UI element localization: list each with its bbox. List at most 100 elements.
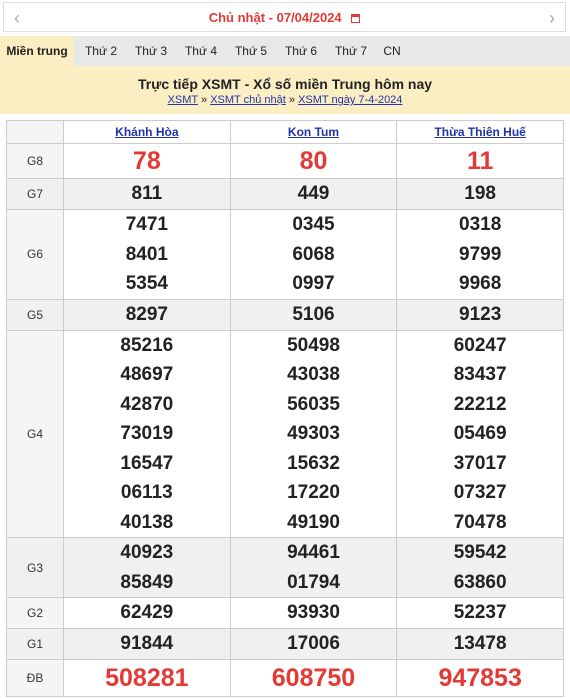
prize-number: 17006 (229, 628, 398, 660)
prize-row-g5: G5 8297 5106 9123 (6, 298, 564, 331)
prize-number: 42870 (120, 393, 174, 415)
prize-number: 9968 (459, 273, 502, 294)
breadcrumb-xsmt-date[interactable]: XSMT ngày 7-4-2024 (298, 94, 402, 106)
date-value: 07/04/2024 (276, 10, 342, 25)
prize-number: 6068 (292, 243, 335, 265)
province-khanh-hoa[interactable]: Khánh Hòa (63, 120, 231, 144)
special-prize-number: 508281 (63, 659, 231, 697)
prize-number: 5106 (229, 298, 398, 331)
prize-number: 11 (396, 143, 564, 179)
prize-number: 85216 (120, 334, 174, 356)
prize-number: 80 (229, 143, 398, 179)
prize-number: 56035 (287, 393, 340, 415)
tab-thu-6[interactable]: Thứ 6 (276, 36, 326, 66)
prize-cell: 94461 01794 (229, 537, 398, 598)
prize-label: G1 (6, 628, 64, 660)
page-title: Trực tiếp XSMT - Xổ số miền Trung hôm na… (137, 76, 433, 92)
prize-number: 73019 (120, 423, 174, 444)
prize-number: 0345 (292, 214, 335, 235)
prize-number: 07327 (453, 482, 507, 503)
prize-label: G3 (6, 537, 64, 598)
prize-row-g7: G7 811 449 198 (6, 178, 564, 210)
breadcrumb: XSMT » XSMT chủ nhật » XSMT ngày 7-4-202… (0, 94, 570, 106)
current-date[interactable]: Chủ nhật - 07/04/2024 (4, 10, 565, 25)
breadcrumb-separator: » (288, 94, 295, 106)
breadcrumb-xsmt[interactable]: XSMT (168, 94, 198, 106)
prize-cell: 85216 48697 42870 73019 16547 06113 4013… (63, 329, 231, 538)
prize-number: 0997 (292, 273, 335, 294)
prize-number: 50498 (287, 334, 340, 356)
date-navigator: ‹ Chủ nhật - 07/04/2024 › (3, 2, 566, 32)
tab-thu-2[interactable]: Thứ 2 (76, 36, 126, 66)
prize-cell: 0318 9799 9968 (396, 209, 564, 300)
tab-thu-3[interactable]: Thứ 3 (126, 36, 176, 66)
prize-number: 70478 (453, 511, 507, 533)
prize-number: 17220 (287, 482, 340, 503)
special-prize-number: 947853 (396, 659, 564, 697)
prize-row-g3: G3 40923 85849 94461 01794 59542 63860 (6, 537, 564, 598)
prize-number: 198 (396, 178, 564, 210)
province-header-row: Khánh Hòa Kon Tum Thừa Thiên Huế (6, 120, 564, 144)
prize-number: 13478 (396, 628, 564, 660)
prize-row-g8: G8 78 80 11 (6, 143, 564, 179)
tab-mien-trung[interactable]: Miền trung (0, 36, 74, 66)
prize-number: 449 (229, 178, 398, 210)
prize-number: 40138 (120, 511, 174, 533)
prize-number: 05469 (453, 423, 507, 444)
prize-row-g4: G4 85216 48697 42870 73019 16547 06113 4… (6, 329, 564, 538)
prize-number: 48697 (120, 364, 174, 385)
prize-number: 83437 (453, 364, 507, 385)
prize-number: 15632 (287, 452, 340, 474)
results-header: Trực tiếp XSMT - Xổ số miền Trung hôm na… (0, 66, 570, 114)
prize-number: 5354 (125, 273, 168, 294)
prize-number: 49303 (287, 423, 340, 444)
day-tabs: Miền trung Thứ 2 Thứ 3 Thứ 4 Thứ 5 Thứ 6… (0, 36, 570, 66)
prize-row-db: ĐB 508281 608750 947853 (6, 659, 564, 697)
prize-label: G2 (6, 597, 64, 629)
prize-row-g6: G6 7471 8401 5354 0345 6068 0997 0318 97… (6, 209, 564, 300)
prize-label: G6 (6, 209, 64, 300)
calendar-icon[interactable] (351, 14, 361, 23)
prize-number: 43038 (287, 364, 340, 385)
corner-cell (6, 120, 64, 144)
prize-label: ĐB (6, 659, 64, 697)
prize-number: 811 (63, 178, 231, 210)
prize-number: 60247 (453, 334, 507, 356)
prize-cell: 7471 8401 5354 (63, 209, 231, 300)
day-of-week: Chủ nhật - (208, 10, 273, 25)
prize-number: 22212 (453, 393, 507, 415)
special-prize-number: 608750 (229, 659, 398, 697)
prize-number: 94461 (287, 542, 340, 563)
prize-cell: 0345 6068 0997 (229, 209, 398, 300)
prize-row-g2: G2 62429 93930 52237 (6, 597, 564, 629)
prize-label: G7 (6, 178, 64, 210)
prize-number: 9799 (459, 243, 502, 265)
prize-number: 7471 (125, 214, 168, 235)
prize-number: 52237 (396, 597, 564, 629)
province-kon-tum[interactable]: Kon Tum (229, 120, 398, 144)
prize-number: 62429 (63, 597, 231, 629)
tab-cn[interactable]: CN (376, 36, 408, 66)
prize-number: 06113 (120, 482, 173, 503)
prize-number: 49190 (287, 511, 340, 533)
prize-number: 9123 (396, 298, 564, 331)
province-thua-thien-hue[interactable]: Thừa Thiên Huế (396, 120, 564, 144)
prize-cell: 50498 43038 56035 49303 15632 17220 4919… (229, 329, 398, 538)
prize-number: 93930 (229, 597, 398, 629)
prize-row-g1: G1 91844 17006 13478 (6, 628, 564, 660)
prize-number: 8401 (125, 243, 168, 265)
prize-label: G4 (6, 329, 64, 538)
tab-thu-7[interactable]: Thứ 7 (326, 36, 376, 66)
prize-number: 8297 (63, 298, 231, 331)
tab-thu-4[interactable]: Thứ 4 (176, 36, 226, 66)
prize-number: 59542 (453, 542, 507, 563)
tab-thu-5[interactable]: Thứ 5 (226, 36, 276, 66)
prize-number: 78 (63, 143, 231, 179)
breadcrumb-separator: » (201, 94, 208, 106)
prize-number: 16547 (120, 452, 174, 474)
breadcrumb-xsmt-chu-nhat[interactable]: XSMT chủ nhật (210, 94, 286, 106)
prize-cell: 60247 83437 22212 05469 37017 07327 7047… (396, 329, 564, 538)
prize-number: 0318 (459, 214, 502, 235)
next-day-arrow-icon[interactable]: › (549, 9, 555, 27)
prize-number: 01794 (287, 571, 340, 593)
